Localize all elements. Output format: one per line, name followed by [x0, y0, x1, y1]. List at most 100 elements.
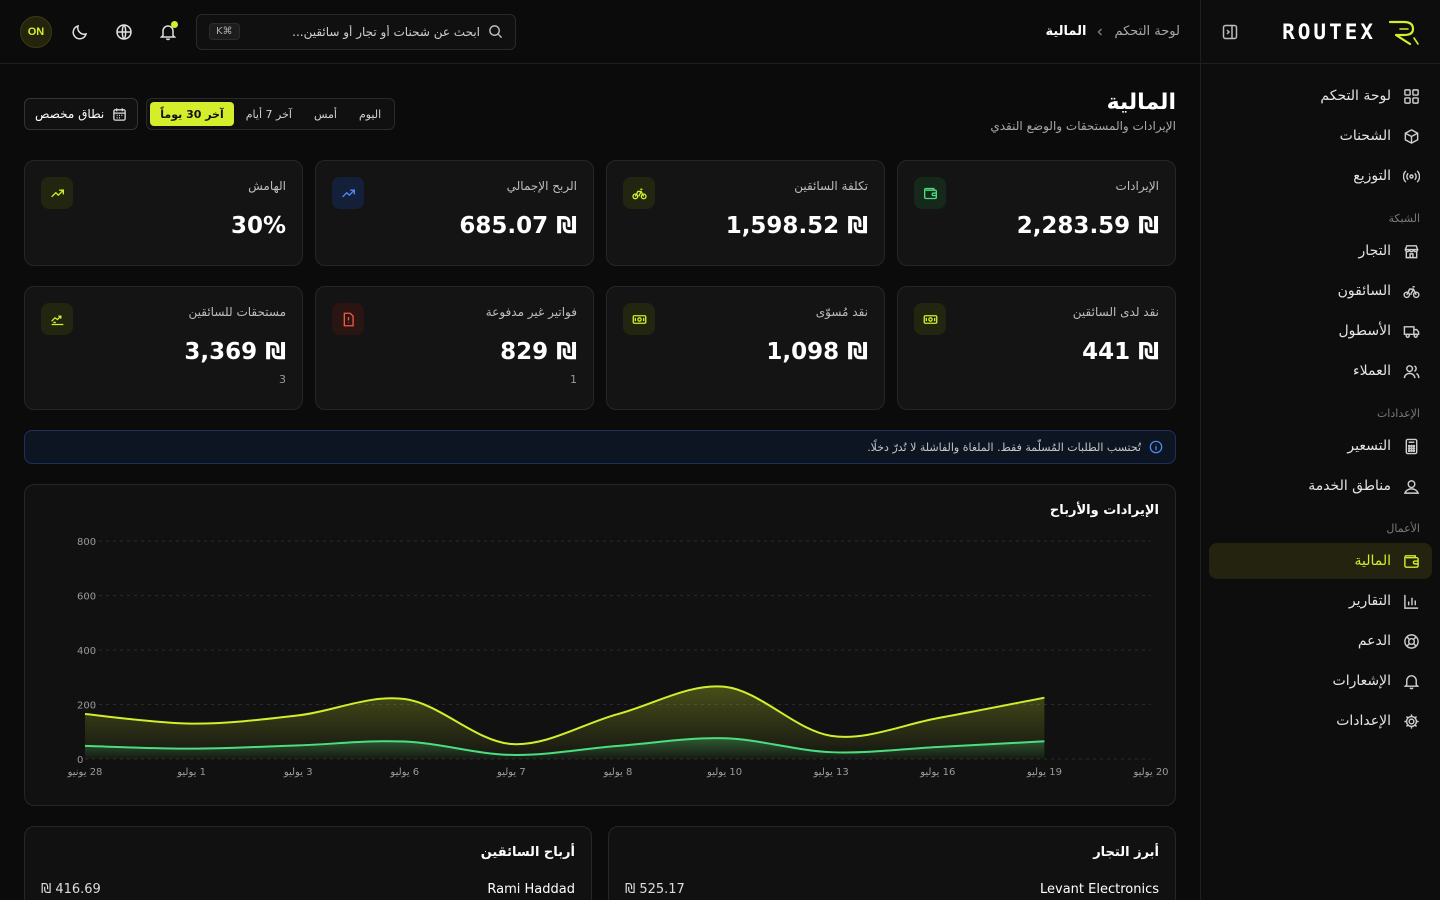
sidebar-item-drivers[interactable]: السائقون [1209, 273, 1432, 309]
broadcast-icon [1403, 168, 1420, 185]
sidebar-item-label: التقارير [1348, 593, 1391, 609]
list-item[interactable]: Levant Electronics ₪ 525.17 [625, 882, 1159, 897]
truck-icon [1403, 323, 1420, 340]
bar-chart-icon [1403, 593, 1420, 610]
stat-value: ₪ 685.07 [459, 213, 577, 239]
routex-logo-icon [1386, 18, 1420, 46]
stat-label: نقد مُسوّى [815, 305, 868, 319]
grid-icon [1403, 88, 1420, 105]
theme-toggle-button[interactable] [64, 16, 96, 48]
y-tick-label: 600 [77, 592, 96, 603]
info-banner: تُحتسب الطلبات المُسلّمة فقط. الملغاة وا… [24, 430, 1176, 464]
stat-card-gross-profit: الربح الإجمالي ₪ 685.07 [315, 160, 594, 266]
x-tick-label: 1 يوليو [176, 767, 206, 778]
stat-value: ₪ 1,598.52 [725, 213, 868, 239]
x-tick-label: 19 يوليو [1026, 767, 1062, 778]
language-button[interactable] [108, 16, 140, 48]
globe-icon [115, 23, 133, 41]
notification-dot [171, 20, 178, 28]
stat-card-driver-cost: تكلفة السائقين ₪ 1,598.52 [606, 160, 885, 266]
driver-earnings-title: أرباح السائقين [480, 845, 575, 860]
nav-section-settings: الإعدادات [1376, 407, 1420, 420]
range-7-days[interactable]: آخر 7 أيام [236, 102, 302, 126]
range-yesterday[interactable]: أمس [304, 102, 347, 126]
store-icon [1403, 243, 1420, 260]
stat-icon-badge [914, 303, 946, 335]
sidebar-item-label: الإشعارات [1332, 673, 1391, 689]
search-input[interactable] [247, 24, 480, 39]
range-selector: اليوم أمس آخر 7 أيام آخر 30 يوماً [146, 98, 396, 130]
y-tick-label: 400 [77, 646, 96, 657]
page-header: المالية الإيرادات والمستحقات والوضع النق… [24, 90, 1176, 140]
sidebar-item-pricing[interactable]: التسعير [1209, 428, 1432, 464]
sidebar-item-finance[interactable]: المالية [1209, 543, 1432, 579]
gear-icon [1403, 713, 1420, 730]
invoice-icon [341, 312, 356, 327]
sidebar-item-shipments[interactable]: الشحنات [1209, 118, 1432, 154]
range-today[interactable]: اليوم [349, 102, 391, 126]
sidebar-item-label: المالية [1354, 553, 1391, 569]
y-tick-label: 800 [77, 537, 96, 548]
bike-icon [1403, 283, 1420, 300]
title-block: المالية الإيرادات والمستحقات والوضع النق… [990, 90, 1176, 133]
custom-range-button[interactable]: نطاق مخصص [24, 98, 139, 130]
list-item[interactable]: Rami Haddad ₪ 416.69 [41, 882, 575, 897]
search-box[interactable]: K⌘ [196, 13, 516, 50]
breadcrumb: لوحة التحكم المالية [1045, 24, 1180, 39]
sidebar-item-dashboard[interactable]: لوحة التحكم [1209, 78, 1432, 114]
search-shortcut: K⌘ [209, 23, 240, 40]
sidebar-item-label: مناطق الخدمة [1308, 478, 1391, 494]
stats-grid: الإيرادات ₪ 2,283.59 تكلفة السائقين ₪ 1,… [24, 160, 1176, 410]
stat-label: الإيرادات [1115, 179, 1159, 193]
sidebar-item-label: الشحنات [1339, 128, 1391, 144]
revenue-profit-chart: 0 200 400 600 800 28 يونيو 1 يوليو 3 يوليو 6 يول… [67, 537, 1169, 778]
x-tick-label: 10 يوليو [706, 767, 742, 778]
users-icon [1403, 363, 1420, 380]
x-tick-label: 28 يونيو [67, 767, 103, 778]
sidebar-item-support[interactable]: الدعم [1209, 623, 1432, 659]
brand: ROUTEX [1201, 0, 1440, 64]
stat-value: ₪ 829 [500, 339, 577, 365]
wallet-icon [1403, 553, 1420, 570]
range-30-days[interactable]: آخر 30 يوماً [150, 102, 234, 126]
collapse-sidebar-icon[interactable] [1221, 23, 1239, 41]
stat-icon-badge [332, 177, 364, 209]
x-tick-label: 8 يوليو [603, 767, 633, 778]
sidebar-item-reports[interactable]: التقارير [1209, 583, 1432, 619]
moon-icon [71, 23, 89, 41]
notifications-button[interactable] [152, 16, 184, 48]
merchant-name: Levant Electronics [1040, 882, 1159, 897]
stat-sub: 1 [570, 373, 577, 386]
revenue-profit-chart-card: الإيرادات والأرباح 0 200 400 600 800 28 يونيو… [24, 484, 1176, 806]
payout-icon [50, 312, 65, 327]
stat-card-margin: الهامش 30% [24, 160, 303, 266]
sidebar-item-service-zones[interactable]: مناطق الخدمة [1209, 468, 1432, 504]
stat-value: ₪ 1,098 [766, 339, 868, 365]
stat-label: تكلفة السائقين [794, 179, 868, 193]
x-tick-label: 16 يوليو [919, 767, 955, 778]
stat-label: فواتير غير مدفوعة [485, 305, 577, 319]
stat-value: 30% [230, 213, 286, 239]
sidebar-item-label: التسعير [1347, 438, 1391, 454]
x-tick-label: 3 يوليو [283, 767, 313, 778]
y-tick-label: 200 [77, 701, 96, 712]
sidebar-item-label: التوزيع [1353, 168, 1391, 184]
sidebar-item-merchants[interactable]: التجار [1209, 233, 1432, 269]
sidebar-item-dispatch[interactable]: التوزيع [1209, 158, 1432, 194]
bottom-row: أبرز التجار Levant Electronics ₪ 525.17 … [24, 826, 1176, 900]
sidebar-item-settings[interactable]: الإعدادات [1209, 703, 1432, 739]
sidebar-item-label: لوحة التحكم [1320, 88, 1391, 104]
search-icon [488, 24, 503, 39]
sidebar-item-fleet[interactable]: الأسطول [1209, 313, 1432, 349]
driver-earnings-card: أرباح السائقين Rami Haddad ₪ 416.69 [24, 826, 592, 900]
calendar-icon [112, 107, 127, 122]
sidebar-item-label: الإعدادات [1336, 713, 1391, 729]
avatar[interactable]: ON [20, 15, 52, 48]
top-merchants-card: أبرز التجار Levant Electronics ₪ 525.17 [608, 826, 1176, 900]
wallet-icon [923, 186, 938, 201]
map-pin-icon [1403, 478, 1420, 495]
sidebar-item-customers[interactable]: العملاء [1209, 353, 1432, 389]
sidebar-item-notifications[interactable]: الإشعارات [1209, 663, 1432, 699]
box-icon [1403, 128, 1420, 145]
breadcrumb-root[interactable]: لوحة التحكم [1114, 24, 1180, 39]
